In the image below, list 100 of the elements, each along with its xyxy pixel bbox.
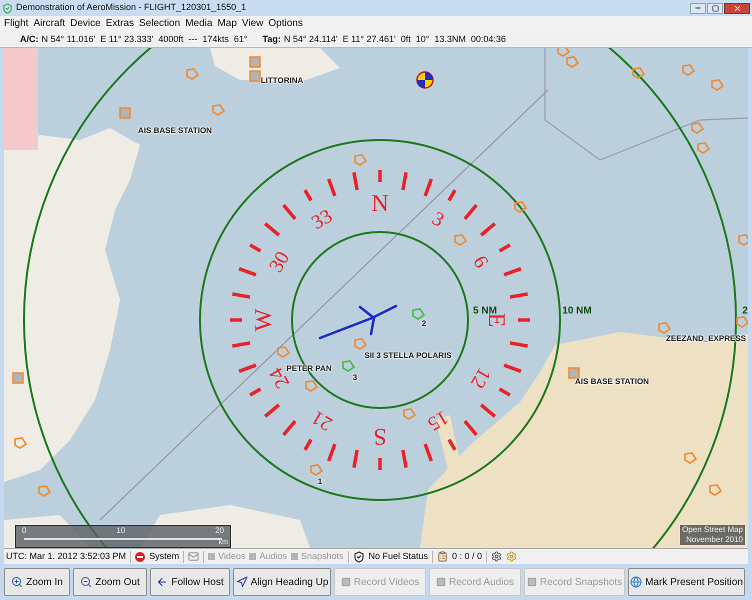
menu-item[interactable]: Extras <box>106 17 134 31</box>
toolbar-button[interactable]: Align Heading Up <box>233 568 331 596</box>
vessel-icon <box>682 64 696 76</box>
close-icon <box>732 4 742 12</box>
vessel-icon <box>186 68 200 80</box>
vessel-label: LITTORINA <box>260 75 304 87</box>
shield-icon <box>352 550 364 562</box>
heading-icon <box>236 576 248 588</box>
vessel-icon <box>632 67 646 79</box>
recording-label: Snapshots <box>300 550 344 563</box>
vessel-icon <box>310 464 324 476</box>
close-button[interactable] <box>724 2 750 14</box>
base-station-icon <box>12 372 24 384</box>
vessel-icon <box>14 437 28 449</box>
range-label: 10 NM <box>562 304 592 318</box>
vessel-icon <box>354 154 368 166</box>
zoom-out-icon <box>80 576 92 588</box>
vessel-icon <box>212 104 226 116</box>
menu-item[interactable]: Map <box>217 17 237 31</box>
recording-label: Videos <box>218 550 246 563</box>
tag-values: N 54° 24.114' E 11° 27.461' 0ft 10° 13.3NM 00:04:36 <box>284 32 506 46</box>
vessel-icon <box>658 322 672 334</box>
vessel-icon <box>342 360 356 372</box>
base-station-icon <box>249 70 261 82</box>
scale-tick-label: 20 <box>215 526 224 536</box>
counter: 0 : 0 / 0 <box>452 550 482 563</box>
tag-label: Tag: <box>262 32 281 46</box>
menu-item[interactable]: Options <box>268 17 303 31</box>
globe-icon <box>630 576 642 588</box>
menu-item[interactable]: View <box>242 17 264 31</box>
vessel-icon <box>691 122 704 134</box>
utc-time: UTC: Mar 1. 2012 3:52:03 PM <box>5 550 126 563</box>
menu-item[interactable]: Selection <box>139 17 180 31</box>
no-entry-icon <box>135 552 146 562</box>
arrow-left-icon <box>156 576 168 588</box>
maximize-button[interactable] <box>707 2 723 14</box>
toolbar-button[interactable]: Zoom In <box>4 568 70 596</box>
vessel-icon <box>711 79 724 91</box>
vessel-icon <box>557 48 570 57</box>
gear-icon <box>491 551 502 562</box>
vessel-label: AIS BASE STATION <box>575 376 649 388</box>
window-title: Demonstration of AeroMission - FLIGHT_120301_1550_1 <box>16 1 246 14</box>
toolbar-button[interactable]: Follow Host <box>150 568 230 596</box>
vessel-icon <box>566 56 580 68</box>
fuel-status: No Fuel Status <box>368 550 428 563</box>
record-icon <box>436 577 446 587</box>
app-icon <box>2 2 13 14</box>
vessel-icon <box>454 234 468 246</box>
compass-label: 33 <box>308 205 336 234</box>
scale-tick-label: 0 <box>22 526 26 536</box>
zoom-in-icon <box>11 576 24 588</box>
vessel-icon <box>354 338 368 350</box>
toolbar-button[interactable]: Zoom Out <box>73 568 147 596</box>
range-label: 2 <box>742 304 748 318</box>
compass-label: 6 <box>468 252 492 272</box>
attribution-text: Open Street Map <box>682 525 743 535</box>
gear-warning-icon <box>506 551 518 562</box>
scale-tick-label: 10 <box>116 526 126 536</box>
menu-item[interactable]: Media <box>185 17 212 31</box>
vessel-icon <box>684 452 698 464</box>
vessel-icon <box>697 142 710 154</box>
ac-values: N 54° 11.016' E 11° 23.333' 4000ft --- 174kts 61° <box>42 32 248 46</box>
record-icon <box>526 577 537 587</box>
vessel-icon <box>403 408 416 420</box>
menu-item[interactable]: Device <box>70 17 101 31</box>
menu-item[interactable]: Aircraft <box>33 17 66 31</box>
vessel-label: SII 3 STELLA POLARIS <box>364 350 452 362</box>
base-station-icon <box>119 107 131 119</box>
target-number: 2 <box>422 318 426 330</box>
vessel-label: AIS BASE STATION <box>138 125 212 137</box>
record-icon <box>340 577 351 587</box>
mail-icon <box>188 551 200 562</box>
compass-label: W <box>251 308 277 332</box>
ac-label: A/C: <box>20 32 38 46</box>
compass-label: 12 <box>466 364 495 392</box>
aircraft-icon <box>318 304 398 340</box>
base-station-icon <box>249 56 261 68</box>
target-number: 1 <box>318 476 322 488</box>
vessel-icon <box>305 380 318 392</box>
attribution-text: November 2010 <box>686 535 743 545</box>
vessel-icon <box>738 234 748 246</box>
recording-label: Audios <box>259 550 287 563</box>
compass-label: S <box>373 423 387 449</box>
compass-label: 30 <box>265 248 294 276</box>
vessel-icon <box>709 484 722 496</box>
system-status: System <box>149 550 180 563</box>
minimize-button[interactable] <box>690 2 706 14</box>
target-number: 3 <box>352 372 358 384</box>
vessel-icon <box>736 316 748 328</box>
compass-label: N <box>371 191 389 217</box>
base-station-icon <box>568 367 580 379</box>
maximize-icon <box>712 4 718 12</box>
vessel-icon <box>514 201 528 213</box>
clipboard-icon <box>437 551 448 562</box>
toolbar-button[interactable]: Mark Present Position <box>628 568 745 596</box>
vessel-icon <box>277 346 290 358</box>
menu-item[interactable]: Flight <box>4 17 28 31</box>
vessel-icon <box>412 308 426 320</box>
target-marker-icon <box>416 71 434 89</box>
compass-label: 3 <box>428 208 448 232</box>
